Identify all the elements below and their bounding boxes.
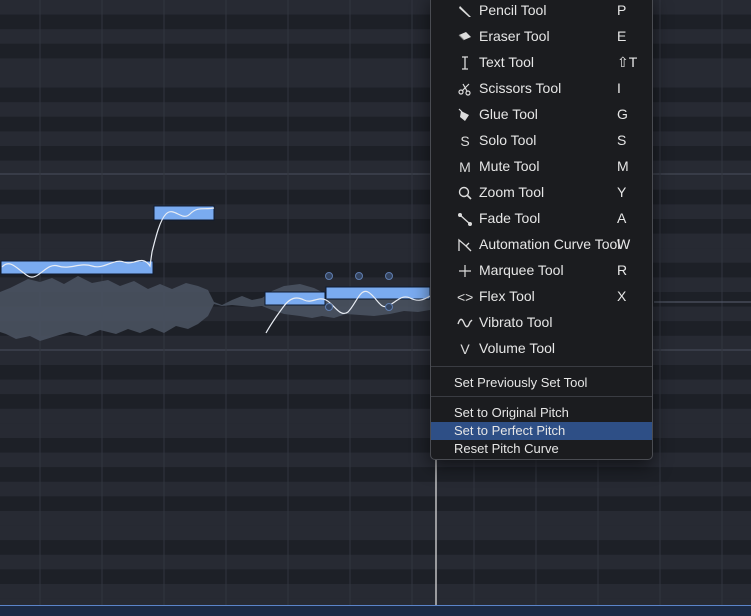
menu-item-set-original-pitch[interactable]: Set to Original Pitch [431, 404, 652, 422]
menu-item-label: Flex Tool [479, 288, 535, 304]
text-cursor-icon [457, 55, 473, 71]
zoom-icon [457, 185, 473, 201]
pitch-handle[interactable] [325, 272, 333, 280]
menu-item-solo-tool[interactable]: S Solo Tool S [431, 127, 652, 153]
menu-item-eraser-tool[interactable]: Eraser Tool E [431, 23, 652, 49]
menu-item-label: Marquee Tool [479, 262, 564, 278]
pitch-lane [0, 467, 751, 482]
shortcut-key: ⇧T [617, 54, 638, 70]
tool-menu: Pencil Tool P Eraser Tool E Text Tool ⇧T Sciss… [430, 0, 653, 460]
menu-item-label: Set to Original Pitch [454, 405, 569, 420]
pitch-handle[interactable] [325, 303, 333, 311]
menu-separator [431, 396, 652, 397]
menu-item-reset-pitch-curve[interactable]: Reset Pitch Curve [431, 440, 652, 458]
menu-item-marquee-tool[interactable]: Marquee Tool R [431, 257, 652, 283]
pencil-icon [457, 3, 473, 19]
shortcut-key: S [617, 132, 627, 148]
shortcut-key: X [617, 288, 627, 304]
menu-item-zoom-tool[interactable]: Zoom Tool Y [431, 179, 652, 205]
shortcut-key: I [617, 80, 621, 96]
menu-item-fade-tool[interactable]: Fade Tool A [431, 205, 652, 231]
menu-item-flex-tool[interactable]: <> Flex Tool X [431, 283, 652, 309]
menu-item-label: Reset Pitch Curve [454, 441, 559, 456]
menu-item-label: Set Previously Set Tool [454, 375, 588, 390]
menu-item-vibrato-tool[interactable]: Vibrato Tool [431, 309, 652, 335]
shortcut-key: A [617, 210, 627, 226]
menu-item-label: Automation Curve Tool [479, 236, 621, 252]
menu-item-automation-curve-tool[interactable]: Automation Curve Tool W [431, 231, 652, 257]
shortcut-key: Y [617, 184, 627, 200]
menu-item-label: Volume Tool [479, 340, 556, 356]
menu-item-mute-tool[interactable]: M Mute Tool M [431, 153, 652, 179]
automation-curve-icon [457, 237, 473, 253]
menu-item-glue-tool[interactable]: Glue Tool G [431, 101, 652, 127]
menu-separator [431, 366, 652, 367]
shortcut-key: P [617, 2, 627, 18]
menu-item-label: Vibrato Tool [479, 314, 553, 330]
fade-icon [457, 211, 473, 227]
menu-item-label: Pencil Tool [479, 2, 547, 18]
pitch-lane [0, 496, 751, 511]
pitch-lane [0, 569, 751, 584]
menu-item-label: Fade Tool [479, 210, 541, 226]
menu-item-label: Text Tool [479, 54, 534, 70]
menu-item-label: Set to Perfect Pitch [454, 423, 566, 438]
pitch-handle[interactable] [385, 272, 393, 280]
menu-item-set-perfect-pitch[interactable]: Set to Perfect Pitch [431, 422, 652, 440]
vibrato-icon [457, 315, 473, 331]
eraser-icon [457, 29, 473, 45]
solo-icon: S [460, 133, 470, 149]
menu-item-text-tool[interactable]: Text Tool ⇧T [431, 49, 652, 75]
menu-item-label: Scissors Tool [479, 80, 562, 96]
pitch-lane [0, 540, 751, 555]
volume-icon: V [460, 341, 470, 357]
menu-item-label: Glue Tool [479, 106, 538, 122]
menu-item-label: Mute Tool [479, 158, 540, 174]
pitch-handle[interactable] [385, 303, 393, 311]
glue-icon [457, 107, 473, 123]
shortcut-key: E [617, 28, 627, 44]
flex-icon: <> [457, 289, 474, 305]
shortcut-key: W [617, 236, 631, 252]
mute-icon: M [459, 159, 471, 175]
pitch-lane [0, 511, 751, 526]
pitch-lane [0, 481, 751, 497]
shortcut-key: G [617, 106, 628, 122]
marquee-icon [457, 263, 473, 279]
menu-item-label: Solo Tool [479, 132, 537, 148]
scissors-icon [457, 81, 473, 97]
menu-item-volume-tool[interactable]: V Volume Tool [431, 335, 652, 361]
shortcut-key: M [617, 158, 629, 174]
note-block[interactable] [325, 286, 431, 300]
menu-item-set-previous-tool[interactable]: Set Previously Set Tool [431, 374, 652, 392]
pitch-lane [0, 554, 751, 570]
pitch-lane [0, 584, 751, 599]
menu-item-pencil-tool[interactable]: Pencil Tool P [431, 0, 652, 23]
pitch-lane [0, 525, 751, 541]
pitch-handle[interactable] [355, 272, 363, 280]
menu-item-label: Zoom Tool [479, 184, 545, 200]
bottom-scroll-bar[interactable] [0, 605, 751, 616]
menu-item-label: Eraser Tool [479, 28, 550, 44]
shortcut-key: R [617, 262, 628, 278]
menu-item-scissors-tool[interactable]: Scissors Tool I [431, 75, 652, 101]
